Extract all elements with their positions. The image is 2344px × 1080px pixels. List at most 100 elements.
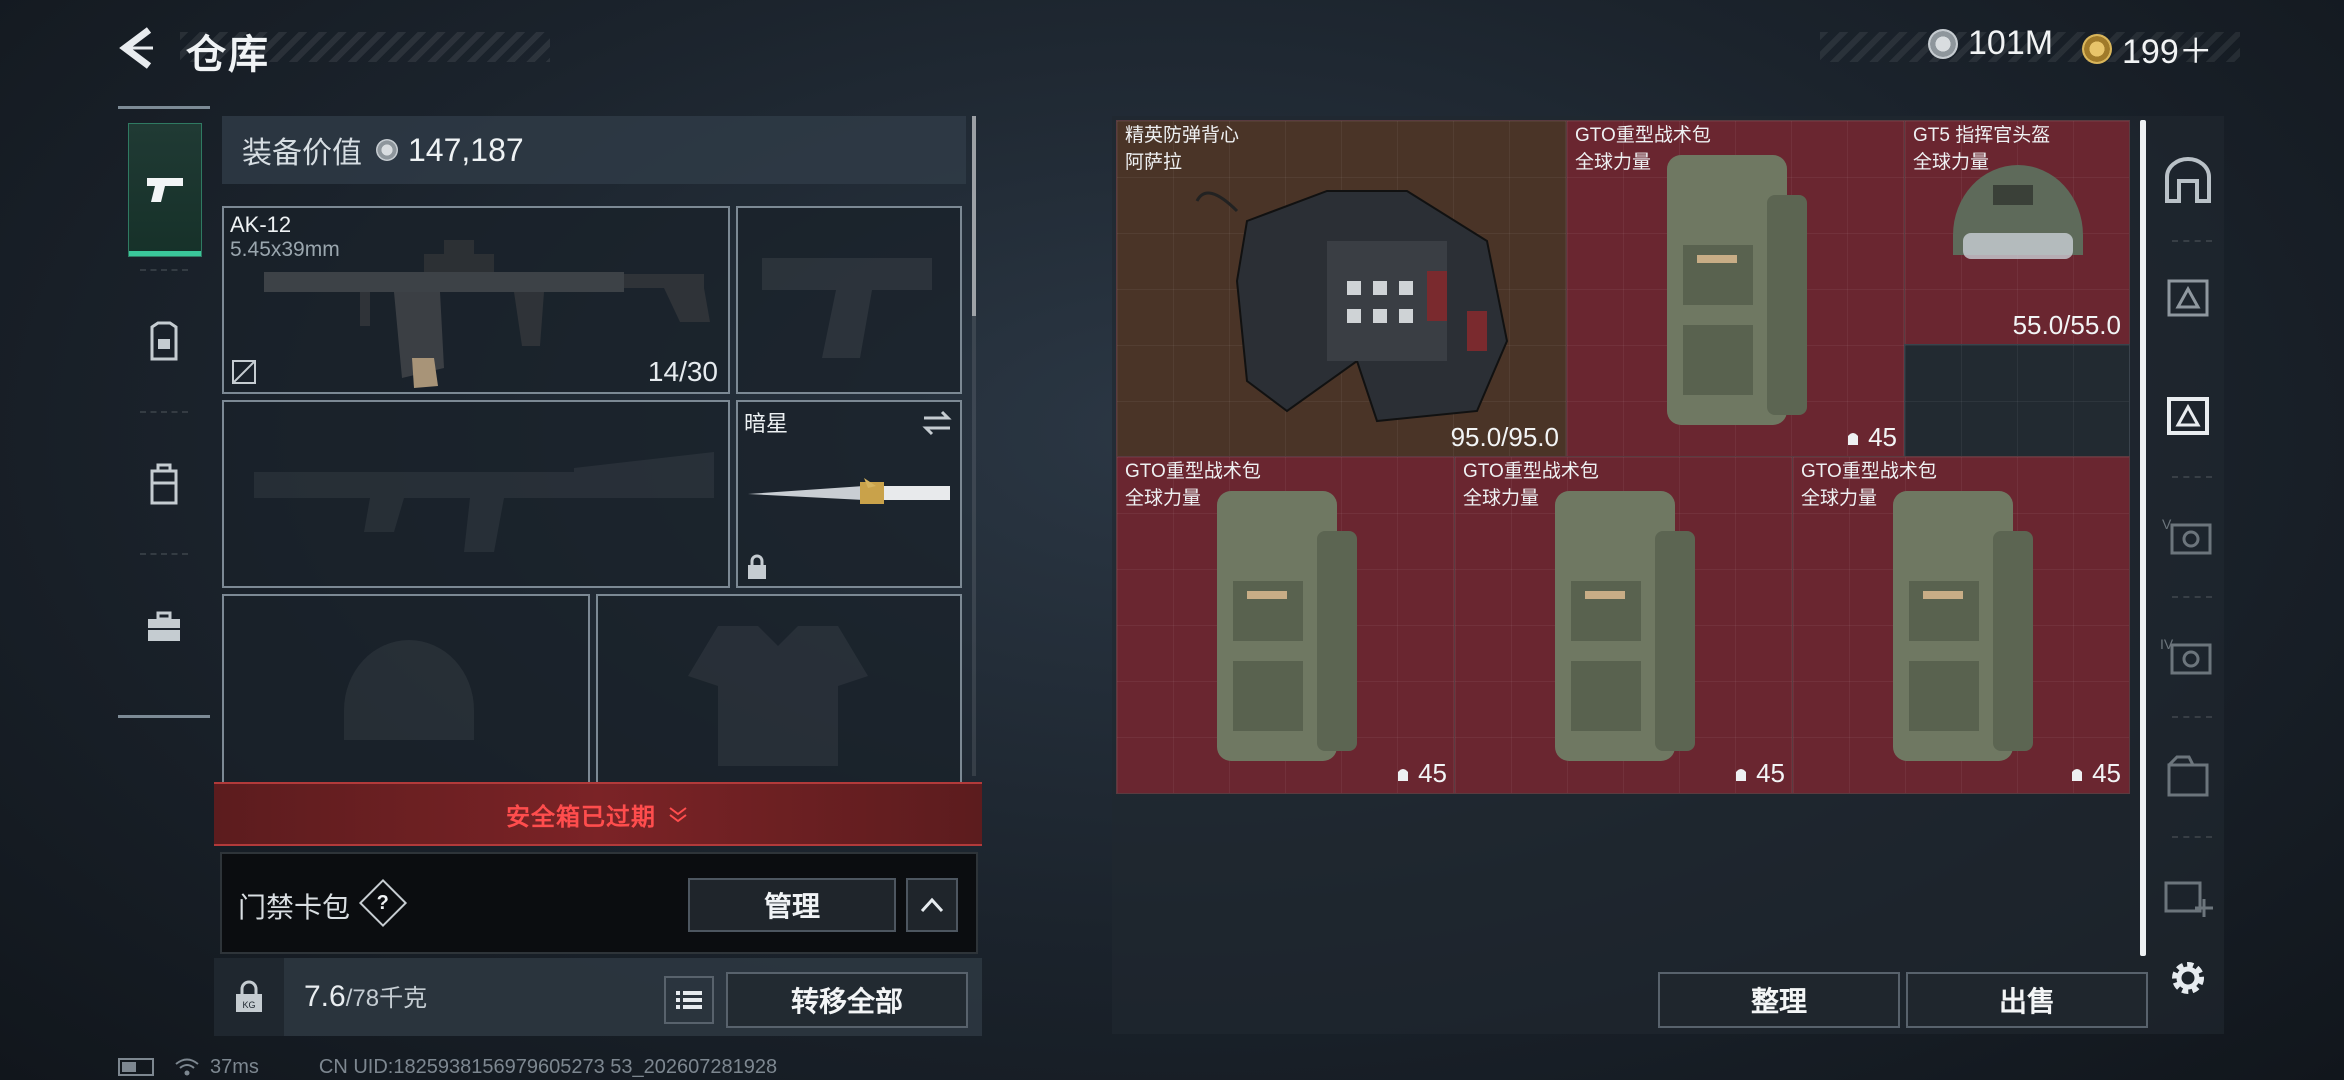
briefcase-icon [148,611,180,641]
pistol-icon [147,178,183,202]
bag-capacity-icon [2072,768,2083,781]
armor-slot[interactable] [596,594,962,784]
currency-premium[interactable]: 199＋ [2082,24,2213,73]
equipment-value: 147,187 [408,131,524,168]
currency-coins[interactable]: 101M [1928,24,2053,63]
weight-lock-box: KG [214,958,284,1036]
equipment-value-label: 装备价值 [242,137,362,170]
weight-current: 7.6 [304,980,346,1013]
storage-empty-slot[interactable] [1904,344,2130,458]
primary-weapon-slot[interactable]: AK-12 5.45x39mm 14/30 [222,206,730,394]
loadout-scrollbar-thumb[interactable] [972,116,976,316]
sidearm-slot[interactable] [736,206,962,394]
add-container-button[interactable] [2160,868,2216,924]
level4-container-icon: IV [2160,636,2212,675]
sell-button[interactable]: 出售 [1906,972,2148,1028]
rail-item-bag[interactable] [128,419,200,551]
level3-container-icon [2167,279,2209,317]
backpack-image [1893,491,2033,761]
level5-container-icon: V [2162,516,2212,555]
status-bar: 37ms CN UID:1825938156979605273 53_20260… [118,1056,777,1078]
storage-item-backpack[interactable]: GTO重型战术包 全球力量 45 [1116,456,1456,794]
category-rail [118,106,210,718]
lock-icon [748,554,766,579]
melee-slot[interactable]: 暗星 [736,400,962,588]
storage-scrollbar[interactable] [2140,120,2146,956]
coin-icon [376,139,398,161]
item-capacity: 45 [1394,758,1447,789]
user-uid: CN UID:1825938156979605273 53_2026072819… [318,1055,778,1078]
chevron-down-icon [669,807,687,823]
svg-text:KG: KG [242,1000,255,1010]
transfer-all-button[interactable]: 转移全部 [726,972,968,1028]
add-container-icon [2164,881,2213,917]
collapse-button[interactable] [906,878,958,932]
back-button[interactable] [112,20,162,76]
premium-coin-icon [2082,33,2112,64]
item-durability: 95.0/95.0 [1450,422,1559,452]
rail-item-gear[interactable] [128,277,200,409]
safe-box-expired-banner[interactable]: 安全箱已过期 [214,782,982,846]
weight-lock-icon: KG [236,980,262,1012]
equipment-value-bar: 装备价值 147,187 [222,116,966,184]
filter-safehouse[interactable] [2160,152,2216,208]
weight-max: /78千克 [345,985,428,1012]
storage-item-backpack[interactable]: GTO重型战术包 全球力量 45 [1792,456,2130,794]
vest-image [1195,190,1509,423]
armor-icon [150,321,178,361]
storage-item-backpack[interactable]: GTO重型战术包 全球力量 45 [1454,456,1794,794]
weight-readout: 7.6/78千克 [304,978,427,1014]
item-capacity: 45 [1732,758,1785,789]
item-origin: 全球力量 [1801,488,1878,509]
filter-container-lv4[interactable]: IV [2160,628,2216,684]
swap-icon[interactable] [922,410,952,436]
filter-container-lv3[interactable] [2160,270,2216,326]
item-name: 精英防弹背心 [1125,125,1240,146]
helmet-slot[interactable] [222,594,590,784]
sort-button[interactable]: 整理 [1658,972,1900,1028]
item-durability: 55.0/55.0 [2012,310,2121,340]
filter-container-lv3-active[interactable] [2160,388,2216,444]
item-origin: 阿萨拉 [1125,152,1183,173]
chevron-up-icon [920,897,944,913]
level3-active-container-icon [2167,397,2209,435]
helmet-image [1953,165,2083,259]
storage-item-backpack[interactable]: GTO重型战术包 全球力量 45 [1566,120,1906,458]
settings-button[interactable] [2160,950,2216,1006]
item-origin: 全球力量 [1575,152,1652,173]
item-capacity: 45 [2068,758,2121,789]
safehouse-icon [2165,157,2211,203]
rail-item-case[interactable] [128,561,200,693]
coin-icon [1928,28,1958,59]
secondary-weapon-slot[interactable] [222,400,730,588]
helmet-silhouette-icon [344,640,474,740]
folder-container-icon [2167,755,2209,797]
safe-box-status: 安全箱已过期 [506,803,656,831]
battery-icon [118,1058,154,1076]
pistol-silhouette-icon [762,258,932,358]
melee-name: 暗星 [744,411,789,436]
list-icon [676,991,702,1009]
backpack-image [1555,491,1695,761]
rifle-silhouette-icon [254,452,714,552]
no-attachment-icon [232,360,256,384]
manage-button[interactable]: 管理 [688,878,896,932]
storage-item-helmet[interactable]: GT5 指挥官头盔 全球力量 55.0/55.0 [1904,120,2130,346]
item-origin: 全球力量 [1463,488,1540,509]
backpack-image [1217,491,1357,761]
currency-premium-value: 199＋ [2122,33,2213,71]
currency-coins-value: 101M [1968,24,2054,62]
bag-capacity-icon [1848,432,1859,445]
filter-container-folder[interactable] [2160,748,2216,804]
list-view-button[interactable] [664,976,714,1024]
wifi-icon [175,1058,199,1076]
bag-capacity-icon [1736,768,1747,781]
filter-container-lv5[interactable]: V [2160,508,2216,564]
storage-item-vest[interactable]: 精英防弹背心 阿萨拉 95.0/95.0 [1116,120,1568,458]
item-origin: 全球力量 [1125,488,1202,509]
rail-item-weapons[interactable] [128,123,202,257]
backpack-icon [150,463,178,505]
back-arrow-icon [119,27,153,69]
item-capacity: 45 [1844,422,1897,453]
ping: 37ms [210,1055,259,1078]
